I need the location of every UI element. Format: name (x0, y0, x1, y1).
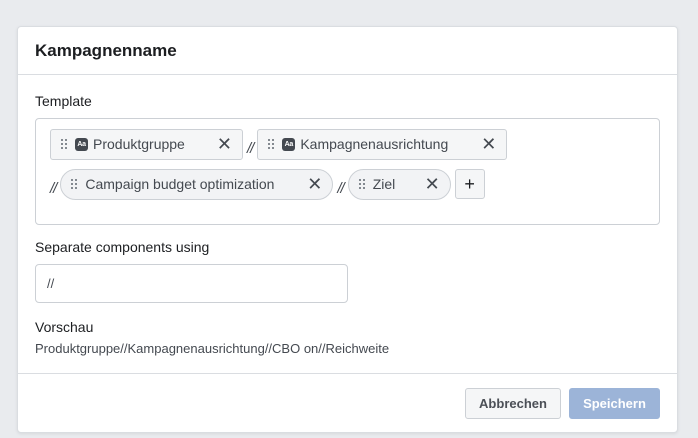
token-label: Ziel (372, 176, 396, 192)
separator-input[interactable] (35, 264, 348, 303)
token-row-2: // Campaign budget optimization ✕ // Zie… (50, 168, 645, 200)
close-icon[interactable]: ✕ (205, 135, 232, 153)
template-builder: Aa Produktgruppe ✕ // Aa Kampagnenausric… (35, 118, 660, 225)
drag-handle-icon[interactable] (358, 179, 367, 189)
token-label: Produktgruppe (93, 136, 185, 152)
save-button[interactable]: Speichern (569, 387, 660, 419)
close-icon[interactable]: ✕ (413, 175, 440, 193)
token-chip-kampagnenausrichtung[interactable]: Aa Kampagnenausrichtung ✕ (257, 128, 508, 160)
close-icon[interactable]: ✕ (295, 175, 322, 193)
drag-handle-icon[interactable] (61, 139, 69, 149)
token-chip-produktgruppe[interactable]: Aa Produktgruppe ✕ (50, 128, 243, 160)
text-field-icon: Aa (282, 137, 296, 151)
text-field-icon: Aa (75, 137, 88, 151)
dialog-header: Kampagnenname (18, 27, 677, 75)
separator: // (50, 179, 57, 197)
add-component-button[interactable]: + (454, 169, 485, 199)
preview-value: Produktgruppe//Kampagnenausrichtung//CBO… (35, 341, 390, 356)
drag-handle-icon[interactable] (268, 139, 276, 149)
token-label: Campaign budget optimization (85, 176, 275, 192)
preview-label: Vorschau (35, 319, 94, 335)
cancel-button[interactable]: Abbrechen (465, 387, 561, 419)
dialog-body: Template Aa Produktgruppe ✕ // Aa Kampag… (18, 75, 677, 356)
separator: // (247, 139, 254, 157)
close-icon[interactable]: ✕ (469, 135, 496, 153)
dialog-footer: Abbrechen Speichern (18, 373, 677, 432)
drag-handle-icon[interactable] (71, 179, 79, 189)
dialog-title: Kampagnenname (35, 40, 177, 60)
token-chip-campaign-budget-optimization[interactable]: Campaign budget optimization ✕ (60, 168, 334, 200)
token-chip-ziel[interactable]: Ziel ✕ (347, 168, 451, 200)
dialog: Kampagnenname Template Aa Produktgruppe … (17, 26, 678, 433)
separate-label: Separate components using (35, 239, 210, 255)
token-row-1: Aa Produktgruppe ✕ // Aa Kampagnenausric… (50, 128, 645, 160)
separator: // (337, 179, 344, 197)
template-label: Template (35, 93, 92, 109)
token-label: Kampagnenausrichtung (300, 136, 449, 152)
